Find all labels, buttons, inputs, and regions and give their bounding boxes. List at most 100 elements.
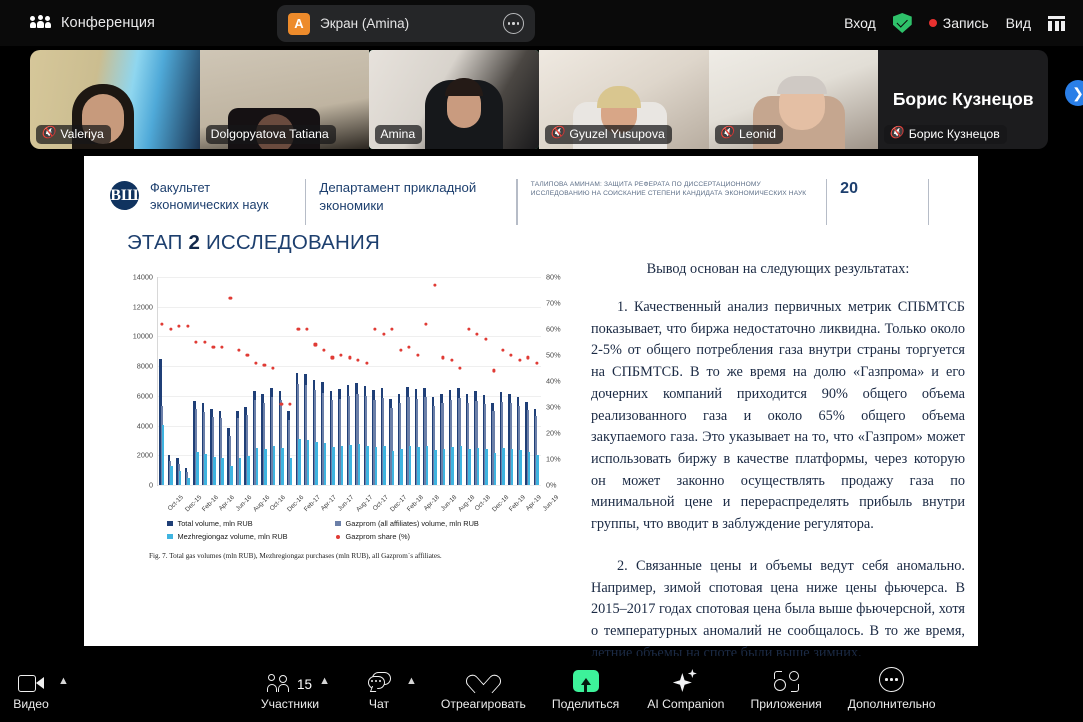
toolbar-label: Дополнительно — [847, 697, 936, 711]
legend-swatch — [167, 533, 173, 540]
chart-bar — [264, 449, 267, 485]
share-screen-icon — [572, 667, 599, 692]
top-bar-right: Вход Запись Вид — [844, 0, 1065, 46]
chart-data-point — [356, 358, 360, 362]
chevron-up-icon[interactable]: ▲ — [58, 675, 69, 687]
video-tile[interactable]: 🔇 Valeriya — [30, 50, 200, 149]
chart-y-tick: 12000 — [132, 302, 153, 312]
participant-name: Gyuzel Yusupova — [569, 127, 665, 141]
chart: 0 2000 4000 6000 8000 10000 12000 14000 0% 10% 20%… — [115, 271, 585, 685]
screen-share-indicator[interactable]: A Экран (Amina) — [277, 5, 535, 42]
view-button[interactable]: Вид — [1006, 15, 1031, 31]
chart-legend-item: Mezhregiongaz volume, mln RUB — [167, 532, 335, 541]
video-tile-active-speaker[interactable]: Amina — [369, 50, 540, 149]
chart-data-point — [373, 327, 377, 331]
chart-x-tick: Apr-18 — [422, 494, 441, 513]
chart-bar — [332, 447, 335, 485]
toolbar-more-button[interactable]: Дополнительно — [847, 667, 936, 711]
chart-bar — [451, 447, 454, 485]
toolbar-label: Чат — [368, 697, 390, 711]
participant-display-name: Борис Кузнецов — [892, 89, 1034, 109]
chart-x-tick: Feb-16 — [201, 494, 221, 514]
chevron-up-icon[interactable]: ▲ — [319, 675, 330, 687]
toolbar-share-button[interactable]: Поделиться — [552, 667, 619, 711]
more-dots-icon[interactable] — [503, 13, 524, 34]
recording-indicator[interactable]: Запись — [928, 15, 989, 31]
text-lead: Вывод основан на следующих результатах: — [646, 261, 910, 277]
meeting-title: Конференция — [61, 15, 156, 31]
video-tile[interactable]: 🔇 Leonid — [708, 50, 879, 149]
chart-bar — [391, 450, 395, 485]
chart-bar — [485, 449, 488, 485]
chart-bar — [442, 448, 446, 485]
chart-data-point — [458, 366, 462, 370]
toolbar-ai-companion-button[interactable]: AI Companion — [647, 667, 724, 711]
chart-data-point — [467, 327, 471, 331]
slide-meta-text: ТАЛИПОВА АМИНАМ: ЗАЩИТА РЕФЕРАТА ПО ДИСС… — [530, 181, 807, 198]
chart-bar — [178, 470, 182, 485]
chart-x-tick: Oct-17 — [371, 494, 390, 513]
legend-swatch — [335, 534, 340, 539]
chart-gridline — [158, 366, 541, 368]
chart-data-point — [526, 356, 530, 360]
chart-x-tick: Feb-18 — [405, 494, 425, 514]
video-tile[interactable]: Dolgopyatova Tatiana — [199, 50, 370, 149]
chart-x-tick: Jun-17 — [337, 494, 356, 513]
more-dots-icon — [879, 667, 905, 692]
toolbar-label: AI Companion — [647, 697, 725, 711]
divider — [825, 179, 828, 225]
chart-x-tick: Oct-16 — [268, 494, 288, 513]
participants-count: 15 — [296, 677, 313, 692]
chart-data-point — [203, 340, 207, 344]
login-button[interactable]: Вход — [844, 15, 876, 31]
chart-x-tick: Dec-16 — [286, 494, 306, 514]
toolbar-video-button[interactable]: Видео — [4, 667, 58, 711]
chart-data-point — [288, 402, 292, 406]
chart-bar — [425, 446, 429, 485]
participant-name-badge: 🔇 Борис Кузнецов — [884, 125, 1007, 144]
chart-bar — [195, 452, 199, 485]
toolbar-reactions-button[interactable]: Отреагировать — [441, 667, 526, 711]
chart-data-point — [415, 353, 420, 357]
chart-bar — [434, 450, 437, 485]
sparkle-icon — [672, 667, 699, 692]
figure-caption: Fig. 7. Total gas volumes (mln RUB), Mez… — [149, 552, 442, 560]
chart-y-tick: 4000 — [136, 421, 153, 431]
chart-data-point — [254, 361, 258, 365]
chart-bar — [417, 447, 420, 485]
chart-y-tick: 8000 — [136, 361, 153, 371]
chart-data-point — [492, 369, 496, 373]
chart-data-point — [271, 366, 275, 370]
chevron-right-icon[interactable]: ❯ — [1065, 80, 1083, 106]
chart-x-tick: Oct-18 — [473, 494, 492, 513]
video-tile[interactable]: 🔇 Gyuzel Yusupova — [539, 50, 709, 149]
chart-data-point — [441, 356, 445, 360]
chart-bar — [459, 446, 463, 485]
toolbar-participants-button[interactable]: 15 Участники — [261, 667, 319, 711]
chart-data-point — [160, 322, 164, 326]
chart-data-point — [424, 322, 428, 326]
chart-bar — [510, 448, 514, 485]
chart-bar — [272, 446, 276, 485]
participant-filmstrip[interactable]: 🔇 Valeriya Dolgopyatova Tatiana Amina 🔇 … — [30, 50, 1048, 149]
toolbar-apps-button[interactable]: Приложения — [750, 667, 822, 711]
chart-bar — [493, 453, 497, 485]
chart-y2-tick: 20% — [546, 428, 561, 438]
chart-data-point — [484, 337, 488, 341]
toolbar-chat-button[interactable]: Чат — [352, 667, 406, 711]
chart-bar — [247, 456, 250, 485]
participant-name: Leonid — [739, 127, 776, 141]
screen-share-label: Экран (Amina) — [320, 16, 410, 31]
meeting-info[interactable]: Конференция — [29, 15, 156, 31]
chart-y2-tick: 30% — [546, 402, 561, 412]
chart-y2-tick: 70% — [546, 298, 561, 308]
participant-name: Борис Кузнецов — [908, 127, 1000, 141]
video-tile-no-video[interactable]: Борис Кузнецов 🔇 Борис Кузнецов — [878, 50, 1048, 149]
chevron-up-icon[interactable]: ▲ — [406, 675, 417, 687]
chart-bar — [315, 441, 318, 485]
green-shield-check-icon[interactable] — [892, 13, 912, 33]
chart-y2-tick: 10% — [546, 454, 561, 464]
chart-bar — [204, 453, 208, 485]
grid-layout-icon[interactable] — [1048, 15, 1065, 31]
slide-page-number: 20 — [840, 180, 858, 197]
